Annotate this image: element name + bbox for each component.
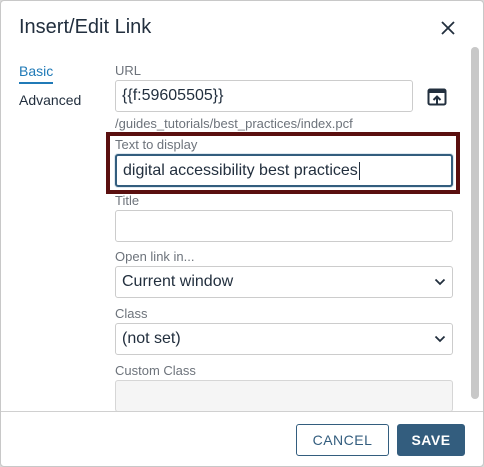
insert-edit-link-dialog: Insert/Edit Link Basic Advanced URL {{f:… [0, 0, 484, 467]
title-input[interactable] [115, 210, 453, 242]
open-link-in-value: Current window [122, 273, 234, 290]
tab-basic-label: Basic [19, 63, 54, 84]
browse-icon [427, 88, 447, 106]
class-label: Class [115, 306, 148, 321]
class-select[interactable]: (not set) [115, 323, 453, 355]
browse-button[interactable] [421, 81, 453, 113]
tab-advanced-label: Advanced [19, 92, 82, 108]
dialog-footer: CANCEL SAVE [1, 411, 483, 466]
text-caret [358, 161, 360, 180]
tab-advanced[interactable]: Advanced [19, 91, 109, 120]
text-to-display-value: digital accessibility best practices [123, 161, 358, 179]
chevron-down-icon [434, 335, 446, 343]
open-link-in-label: Open link in... [115, 249, 195, 264]
url-input[interactable]: {{f:59605505}} [115, 80, 413, 112]
close-icon [441, 21, 455, 35]
custom-class-input[interactable] [115, 380, 453, 411]
url-label: URL [115, 63, 142, 78]
scrollbar[interactable] [471, 47, 479, 399]
chevron-down-icon [434, 278, 446, 286]
text-to-display-input[interactable]: digital accessibility best practices [115, 154, 453, 187]
close-button[interactable] [435, 15, 461, 41]
class-value: (not set) [122, 330, 181, 347]
save-button[interactable]: SAVE [397, 424, 465, 456]
open-link-in-select[interactable]: Current window [115, 266, 453, 298]
text-to-display-label: Text to display [115, 137, 198, 152]
dialog-body: Basic Advanced URL {{f:59605505}} /guide… [1, 45, 483, 411]
tab-basic[interactable]: Basic [19, 62, 109, 91]
custom-class-label: Custom Class [115, 363, 196, 378]
url-path-text: /guides_tutorials/best_practices/index.p… [115, 116, 353, 131]
title-label: Title [115, 193, 140, 208]
tab-list: Basic Advanced [19, 62, 109, 120]
cancel-button[interactable]: CANCEL [296, 424, 389, 456]
url-input-value: {{f:59605505}} [122, 87, 224, 104]
dialog-title: Insert/Edit Link [19, 16, 152, 38]
scrollbar-thumb[interactable] [471, 47, 479, 399]
